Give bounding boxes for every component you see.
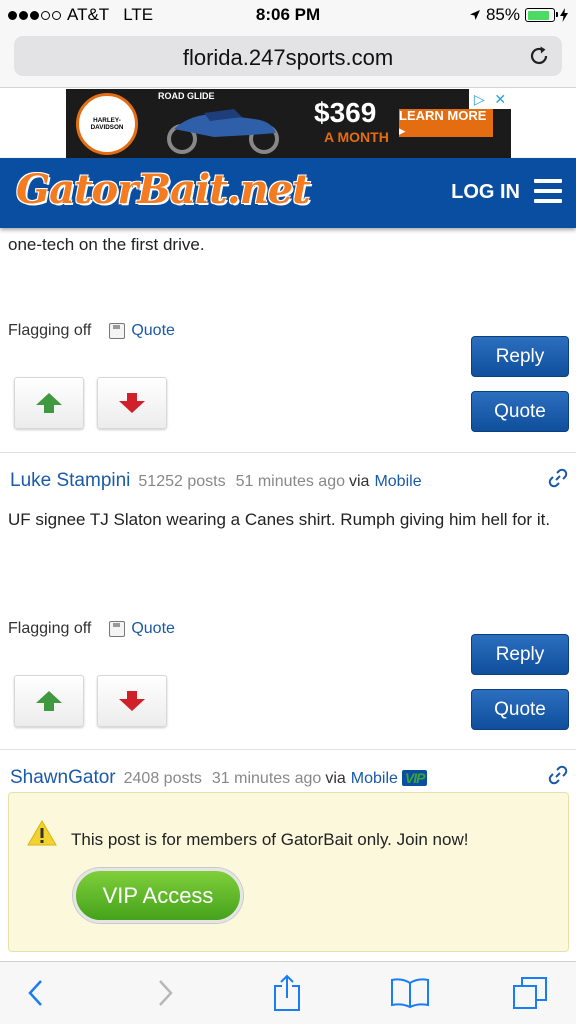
url-text[interactable]: florida.247sports.com xyxy=(14,45,562,71)
battery-icon xyxy=(525,8,558,22)
post-header: Luke Stampini 51252 posts 51 minutes ago… xyxy=(10,470,422,492)
arrow-up-icon xyxy=(36,393,62,413)
post-actions: Flagging off Quote xyxy=(8,322,175,340)
reply-button[interactable]: Reply xyxy=(471,336,569,377)
arrow-up-icon xyxy=(36,691,62,711)
vip-badge: VIP xyxy=(401,770,428,786)
device-link[interactable]: Mobile xyxy=(351,770,398,788)
upvote-button[interactable] xyxy=(14,675,84,727)
advertisement-banner[interactable]: HARLEY-DAVIDSON ROAD GLIDE $369 A MONTH … xyxy=(66,89,511,158)
post-header: ShawnGator 2408 posts 31 minutes ago via… xyxy=(10,767,428,789)
charging-icon xyxy=(560,8,568,22)
ad-per-month: A MONTH xyxy=(324,129,389,145)
login-link[interactable]: LOG IN xyxy=(451,181,520,204)
quote-button[interactable]: Quote xyxy=(471,689,569,730)
menu-icon[interactable] xyxy=(534,179,562,203)
site-header: GatorBait.net LOG IN xyxy=(0,158,576,228)
save-icon xyxy=(109,621,126,637)
warning-icon xyxy=(27,820,57,846)
via-label: via xyxy=(349,473,370,490)
adchoices-play-icon[interactable]: ▷ xyxy=(474,91,485,108)
permalink-icon[interactable] xyxy=(548,468,568,488)
downvote-button[interactable] xyxy=(97,377,167,429)
upvote-button[interactable] xyxy=(14,377,84,429)
post-time: 51 minutes ago xyxy=(235,473,345,490)
post-body: UF signee TJ Slaton wearing a Canes shir… xyxy=(8,510,551,529)
author-link[interactable]: Luke Stampini xyxy=(10,470,130,492)
members-only-notice: This post is for members of GatorBait on… xyxy=(8,792,569,952)
back-icon[interactable] xyxy=(26,978,46,1008)
tabs-icon[interactable] xyxy=(512,976,548,1010)
post-divider xyxy=(0,452,576,453)
device-link[interactable]: Mobile xyxy=(374,473,421,491)
members-notice-text: This post is for members of GatorBait on… xyxy=(71,830,469,849)
forward-icon[interactable] xyxy=(155,978,175,1008)
post-body: one-tech on the first drive. xyxy=(8,235,205,254)
location-arrow-icon xyxy=(469,10,480,20)
reload-icon[interactable] xyxy=(528,45,550,67)
downvote-button[interactable] xyxy=(97,675,167,727)
arrow-down-icon xyxy=(119,393,145,413)
site-logo[interactable]: GatorBait.net xyxy=(16,166,311,213)
post-divider xyxy=(0,749,576,750)
quote-link[interactable]: Quote xyxy=(109,322,175,340)
author-link[interactable]: ShawnGator xyxy=(10,767,116,789)
flagging-status: Flagging off xyxy=(8,322,92,339)
learn-more-button[interactable]: LEARN MORE ▸ xyxy=(399,108,493,138)
bookmarks-icon[interactable] xyxy=(390,978,430,1008)
post-time: 31 minutes ago xyxy=(211,770,322,787)
reply-button[interactable]: Reply xyxy=(471,634,569,675)
ad-choices-icon[interactable]: ▷ ✕ xyxy=(469,89,511,109)
status-bar: AT&T LTE 8:06 PM 85% xyxy=(0,0,576,30)
via-label: via xyxy=(325,770,346,787)
battery-percent: 85% xyxy=(485,5,520,24)
address-bar[interactable]: florida.247sports.com xyxy=(14,36,562,76)
vip-access-button[interactable]: VIP Access xyxy=(73,868,243,923)
save-icon xyxy=(109,323,126,339)
ad-close-icon[interactable]: ✕ xyxy=(494,91,506,108)
brand-logo: HARLEY-DAVIDSON xyxy=(76,93,138,155)
ad-price: $369 xyxy=(314,97,377,128)
post-actions: Flagging off Quote xyxy=(8,620,175,638)
quote-button[interactable]: Quote xyxy=(471,391,569,432)
motorcycle-image xyxy=(167,109,279,154)
share-icon[interactable] xyxy=(272,974,302,1012)
post-count: 2408 posts xyxy=(123,770,202,787)
post-count: 51252 posts xyxy=(138,473,226,490)
permalink-icon[interactable] xyxy=(548,765,568,785)
quote-link[interactable]: Quote xyxy=(109,620,175,638)
flagging-status: Flagging off xyxy=(8,620,92,637)
browser-address-area: florida.247sports.com xyxy=(0,30,576,88)
browser-toolbar xyxy=(0,961,576,1024)
arrow-down-icon xyxy=(119,691,145,711)
